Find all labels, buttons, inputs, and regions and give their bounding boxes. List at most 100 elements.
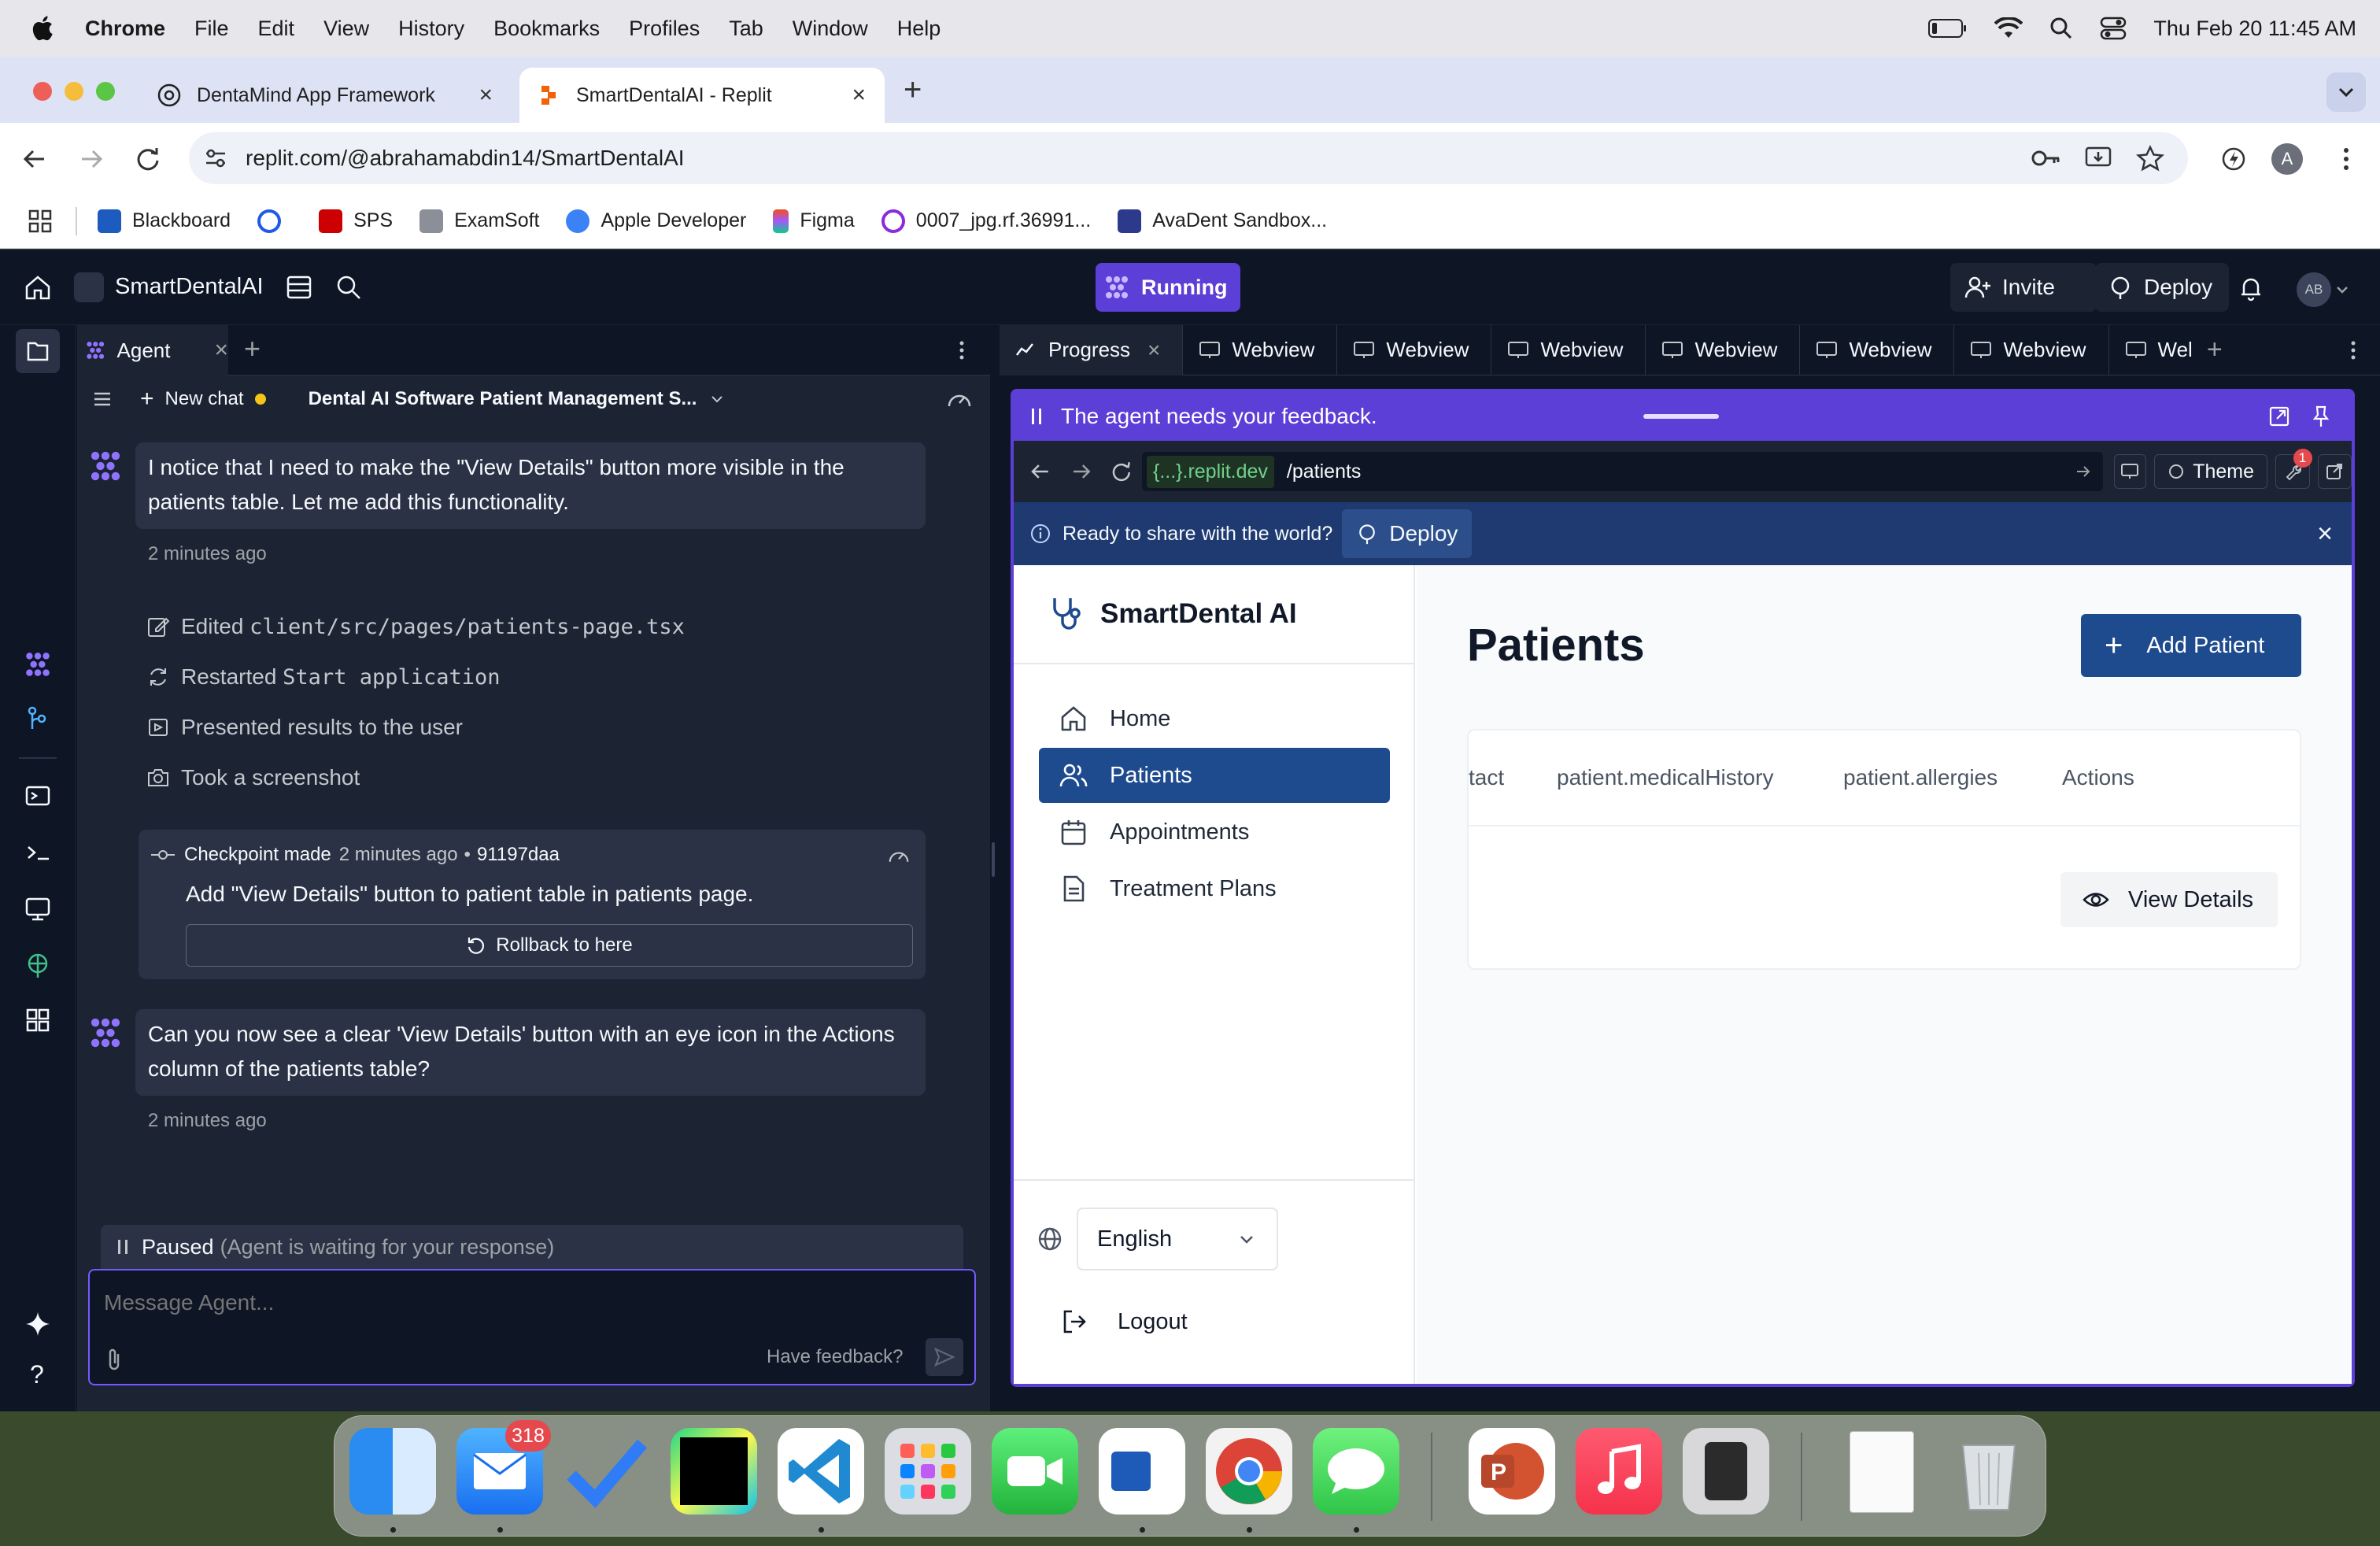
dock-document[interactable] <box>1839 1428 1925 1515</box>
apps-grid-icon[interactable] <box>28 209 52 233</box>
close-tab-icon[interactable]: × <box>214 337 228 364</box>
action-presented-results[interactable]: Presented results to the user <box>146 715 463 740</box>
forward-arrow-icon[interactable] <box>1070 461 1092 482</box>
back-arrow-icon[interactable] <box>19 145 50 173</box>
bookmark-apple-developer[interactable]: Apple Developer <box>566 209 746 233</box>
apple-icon[interactable] <box>30 14 58 43</box>
send-button[interactable] <box>926 1338 963 1376</box>
close-tab-icon[interactable]: × <box>852 82 866 109</box>
kebab-menu-icon[interactable] <box>2334 145 2358 173</box>
address-bar[interactable]: replit.com/@abrahamabdin14/SmartDentalAI <box>189 132 2188 184</box>
extensions-icon[interactable] <box>2218 145 2249 173</box>
install-app-icon[interactable] <box>2084 145 2112 172</box>
agent-tab[interactable]: Agent × <box>77 325 228 375</box>
action-restarted[interactable]: Restarted Start application <box>146 664 501 690</box>
new-chat-plus-icon[interactable]: + <box>140 386 154 412</box>
table-header-cell[interactable]: patient.allergies <box>1843 765 1998 790</box>
expand-external-icon[interactable] <box>2268 405 2290 427</box>
home-icon[interactable] <box>24 274 52 301</box>
forward-arrow-icon[interactable] <box>76 145 107 173</box>
table-header-cell[interactable]: tact <box>1469 765 1504 790</box>
action-took-screenshot[interactable]: Took a screenshot <box>146 765 360 790</box>
pin-icon[interactable] <box>2311 405 2331 428</box>
invite-button[interactable]: Invite <box>1950 263 2097 312</box>
menu-file[interactable]: File <box>194 17 229 41</box>
tab-webview[interactable]: Webview <box>1646 324 1801 375</box>
table-header-cell[interactable]: Actions <box>2062 765 2134 790</box>
user-avatar[interactable]: AB <box>2297 272 2331 307</box>
sidebar-item-treatment-plans[interactable]: Treatment Plans <box>1039 861 1390 916</box>
add-pane-tab-icon[interactable]: + <box>2207 335 2223 365</box>
running-status-button[interactable]: Running <box>1096 263 1240 312</box>
profile-avatar[interactable]: A <box>2271 143 2303 175</box>
chevron-down-icon[interactable] <box>2334 282 2350 298</box>
bookmark-image-file[interactable]: 0007_jpg.rf.36991... <box>881 209 1091 233</box>
explorer-rail-button[interactable] <box>16 329 60 373</box>
language-select[interactable]: English <box>1077 1208 1278 1270</box>
kebab-menu-icon[interactable] <box>954 338 970 362</box>
chat-title[interactable]: Dental AI Software Patient Management S.… <box>309 388 697 410</box>
search-icon[interactable] <box>335 274 362 301</box>
new-chat-button[interactable]: New chat <box>165 388 244 410</box>
close-tab-icon[interactable]: × <box>1148 338 1160 363</box>
help-icon[interactable]: ? <box>30 1360 44 1389</box>
console-icon[interactable] <box>24 784 52 808</box>
menu-app-name[interactable]: Chrome <box>85 17 165 41</box>
agent-tool-icon[interactable] <box>24 650 52 679</box>
pane-resize-handle[interactable] <box>992 842 995 877</box>
bookmark-figma[interactable]: Figma <box>773 209 855 233</box>
logout-button[interactable]: Logout <box>1061 1308 1188 1335</box>
notifications-bell-icon[interactable] <box>2237 274 2265 302</box>
browser-tab-replit[interactable]: SmartDentalAI - Replit × <box>519 68 885 123</box>
theme-button[interactable]: Theme <box>2154 454 2268 489</box>
battery-icon[interactable] <box>1928 18 1968 39</box>
bookmark-blackboard[interactable]: Blackboard <box>98 209 231 233</box>
dock-word[interactable] <box>1099 1428 1185 1515</box>
git-icon[interactable] <box>25 705 49 732</box>
dock-trash[interactable] <box>1946 1428 2032 1515</box>
kebab-menu-icon[interactable] <box>2345 338 2361 362</box>
dock-powerpoint[interactable]: P <box>1469 1428 1555 1515</box>
menu-bookmarks[interactable]: Bookmarks <box>493 17 600 41</box>
menu-history[interactable]: History <box>398 17 464 41</box>
tab-webview[interactable]: Webview <box>1491 324 1646 375</box>
attach-paperclip-icon[interactable] <box>104 1346 124 1373</box>
table-header-cell[interactable]: patient.medicalHistory <box>1557 765 1773 790</box>
deployments-globe-icon[interactable] <box>24 952 52 979</box>
message-agent-input[interactable] <box>104 1283 954 1322</box>
menu-window[interactable]: Window <box>793 17 868 41</box>
menubar-clock[interactable]: Thu Feb 20 11:45 AM <box>2153 17 2356 41</box>
drag-handle[interactable] <box>1643 414 1719 419</box>
sparkle-icon[interactable] <box>24 1310 52 1338</box>
close-tab-icon[interactable]: × <box>479 82 493 109</box>
tab-webview[interactable]: Webview <box>1800 324 1955 375</box>
bookmark-star-icon[interactable] <box>2136 145 2164 172</box>
tab-webview[interactable]: Webview <box>1337 324 1492 375</box>
open-new-tab-button[interactable] <box>2317 454 2352 489</box>
menu-profiles[interactable]: Profiles <box>629 17 700 41</box>
new-tab-button[interactable]: + <box>904 72 922 108</box>
tab-progress[interactable]: Progress × <box>1000 324 1184 375</box>
dock-messages[interactable] <box>1313 1428 1399 1515</box>
menu-help[interactable]: Help <box>897 17 941 41</box>
dock-facetime[interactable] <box>992 1428 1078 1515</box>
speed-gauge-icon[interactable] <box>946 387 973 411</box>
close-window-button[interactable] <box>33 82 52 101</box>
add-pane-tab-icon[interactable]: + <box>244 332 261 365</box>
device-preview-button[interactable] <box>2113 454 2147 489</box>
sidebar-item-patients[interactable]: Patients <box>1039 748 1390 803</box>
menu-edit[interactable]: Edit <box>258 17 295 41</box>
webview-url-field[interactable]: {...}.replit.dev /patients <box>1141 452 2103 491</box>
dock-vscode[interactable] <box>778 1428 864 1515</box>
speed-gauge-icon[interactable] <box>886 845 911 866</box>
checkpoint-hash[interactable]: 91197daa <box>477 844 560 866</box>
dock-chrome[interactable] <box>1206 1428 1292 1515</box>
minimize-window-button[interactable] <box>65 82 83 101</box>
reload-icon[interactable] <box>1111 460 1133 483</box>
shell-icon[interactable] <box>24 841 52 864</box>
view-details-button[interactable]: View Details <box>2060 872 2278 927</box>
sidebar-item-appointments[interactable]: Appointments <box>1039 804 1390 860</box>
all-tools-grid-icon[interactable] <box>25 1008 50 1033</box>
chat-history-list-icon[interactable] <box>91 390 113 409</box>
add-patient-button[interactable]: + Add Patient <box>2081 614 2301 677</box>
